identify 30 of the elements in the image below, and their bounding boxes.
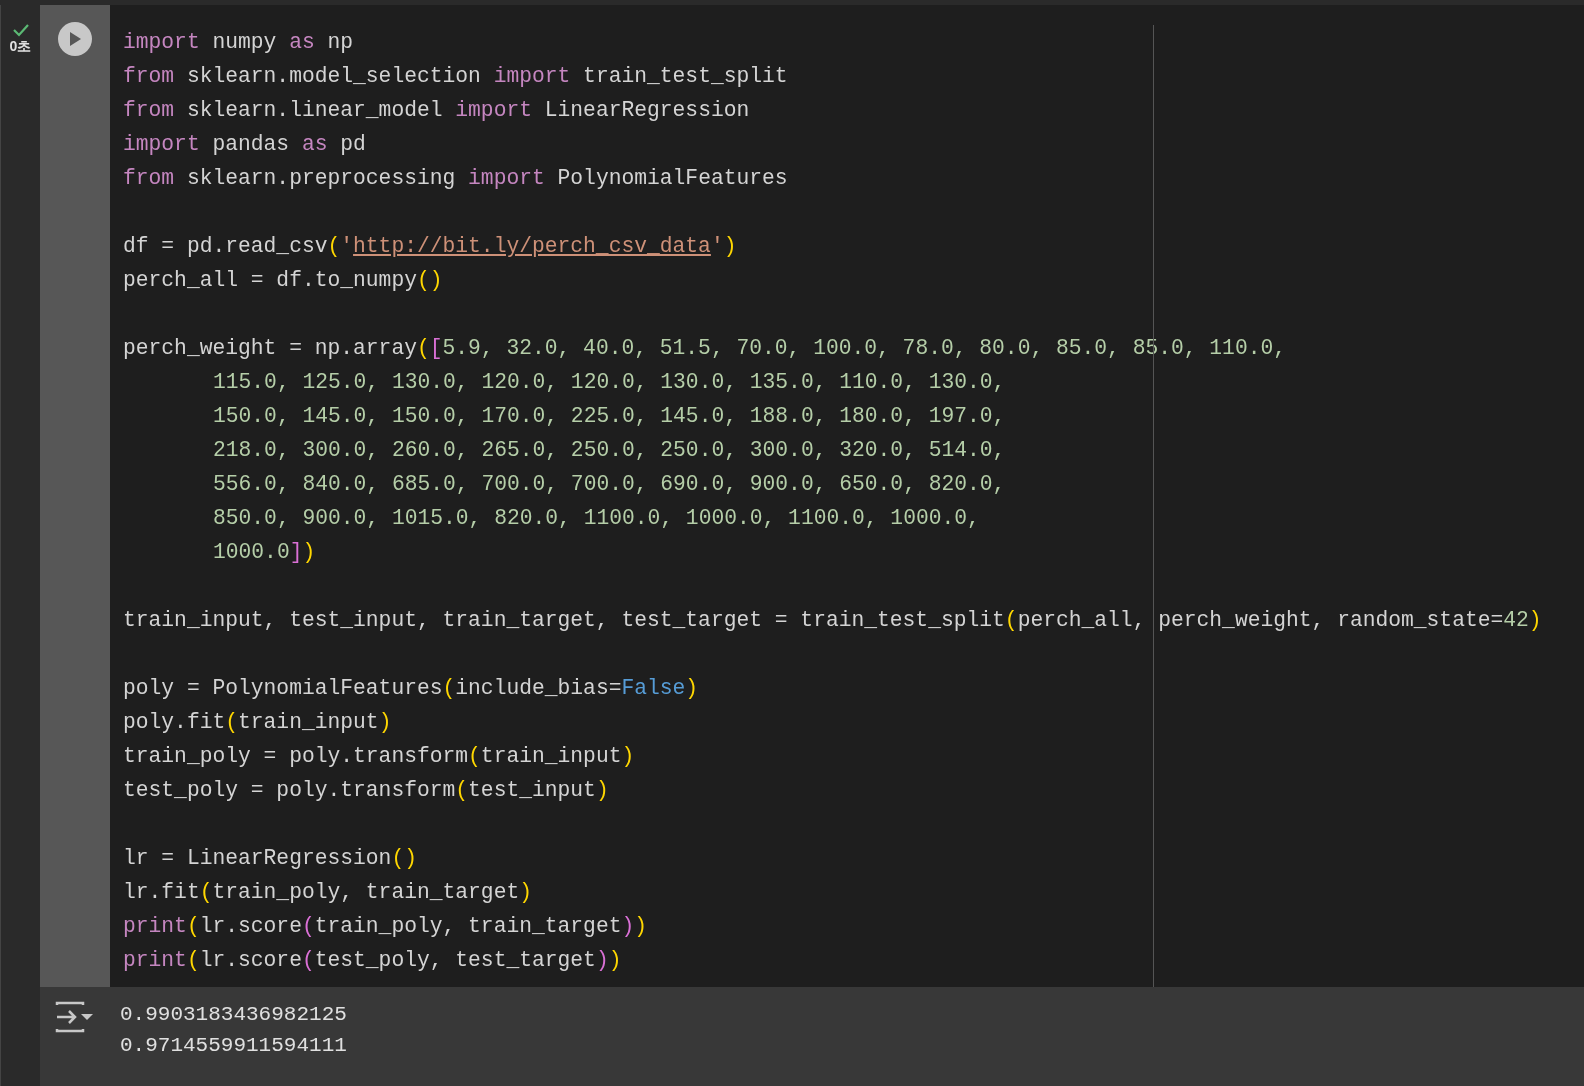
code-editor[interactable] (110, 5, 1584, 987)
code-line: from sklearn.preprocessing import PolynomialFeatures (123, 166, 788, 190)
code-line: train_input, test_input, train_target, test_target = train_test_split(perch_all, perch_weight, random_state=42) (123, 608, 1542, 632)
code-line: lr.fit(train_poly, train_target) (123, 880, 532, 904)
output-toggle-icon[interactable] (55, 1001, 95, 1033)
code-line: print(lr.score(test_poly, test_target)) (123, 948, 622, 972)
code-line: from sklearn.model_selection import train_test_split (123, 64, 788, 88)
code-line: poly = PolynomialFeatures(include_bias=False) (123, 676, 699, 700)
run-button[interactable] (58, 22, 92, 56)
code-line: import pandas as pd (123, 132, 366, 156)
code-line: 850.0, 900.0, 1015.0, 820.0, 1100.0, 1000.0, 1100.0, 1000.0, (213, 506, 980, 530)
code-line: poly.fit(train_input) (123, 710, 392, 734)
play-icon (68, 31, 82, 47)
output-line: 0.9714559911594111 (120, 1033, 347, 1059)
code-line: 556.0, 840.0, 685.0, 700.0, 700.0, 690.0, 900.0, 650.0, 820.0, (213, 472, 1006, 496)
code-line: 1000.0]) (213, 540, 316, 564)
code-line: 150.0, 145.0, 150.0, 170.0, 225.0, 145.0, 188.0, 180.0, 197.0, (213, 404, 1006, 428)
code-line: test_poly = poly.transform(test_input) (123, 778, 609, 802)
code-line: from sklearn.linear_model import LinearRegression (123, 98, 750, 122)
code-line: print(lr.score(train_poly, train_target)) (123, 914, 647, 938)
code-line: perch_all = df.to_numpy() (123, 268, 443, 292)
code-line: 115.0, 125.0, 130.0, 120.0, 120.0, 130.0, 135.0, 110.0, 130.0, (213, 370, 1006, 394)
output-line: 0.9903183436982125 (120, 1002, 347, 1028)
code-line: lr = LinearRegression() (123, 846, 417, 870)
code-line: perch_weight = np.array([5.9, 32.0, 40.0, 51.5, 70.0, 100.0, 78.0, 80.0, 85.0, 85.0, 110.0, (123, 336, 1286, 360)
code-line: 218.0, 300.0, 260.0, 265.0, 250.0, 250.0, 300.0, 320.0, 514.0, (213, 438, 1006, 462)
run-time: 0초 (9, 39, 32, 53)
code-line: train_poly = poly.transform(train_input) (123, 744, 635, 768)
code-line: df = pd.read_csv('http://bit.ly/perch_csv_data') (123, 234, 737, 258)
code-line: import numpy as np (123, 30, 354, 54)
